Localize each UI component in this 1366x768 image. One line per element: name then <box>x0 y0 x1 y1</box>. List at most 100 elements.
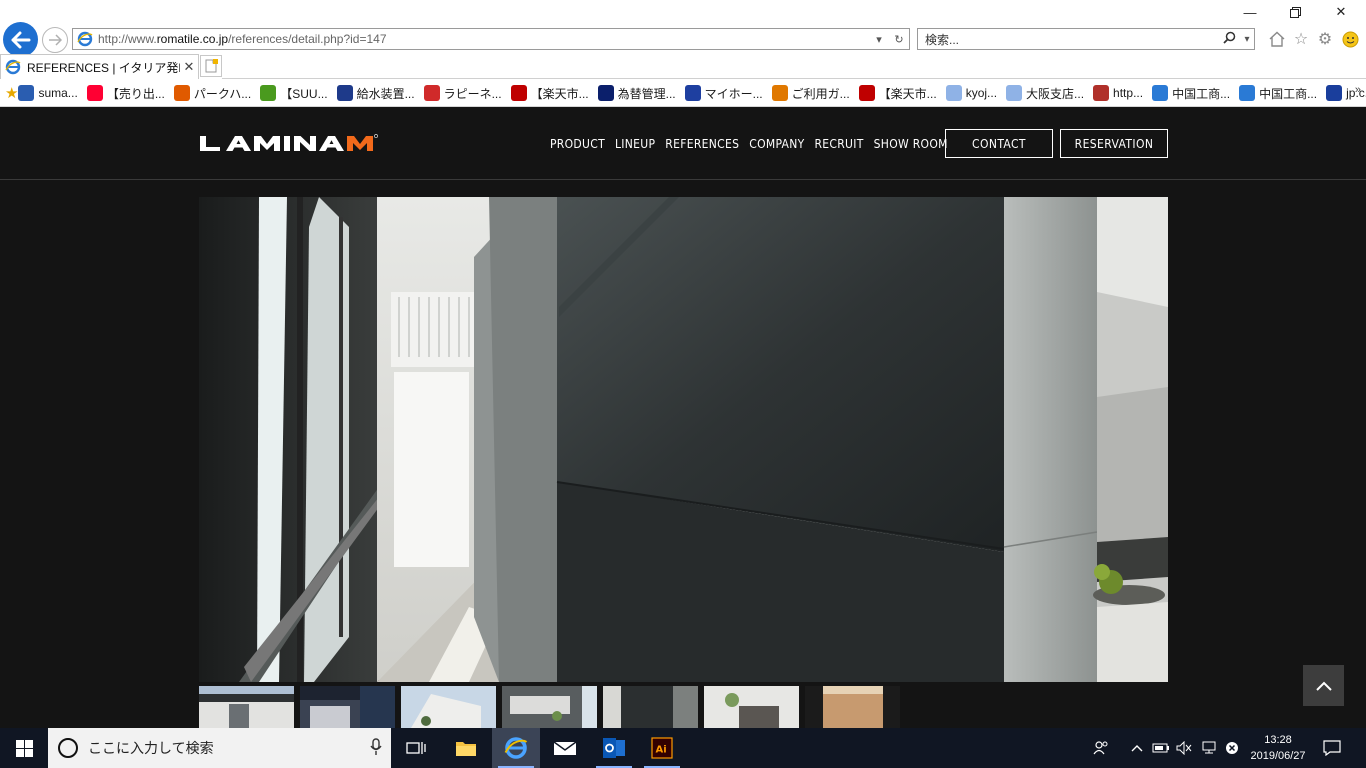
restore-icon[interactable] <box>1285 4 1305 20</box>
taskbar: ここに入力して検索 Ai 13:28 2019/06/27 <box>0 728 1366 768</box>
nav-references[interactable]: REFERENCES <box>665 129 739 159</box>
favorite-item[interactable]: 給水装置... <box>336 85 415 102</box>
thumbnail[interactable] <box>502 686 597 728</box>
notification-dismiss-icon[interactable] <box>1222 738 1242 758</box>
url-text: http://www.romatile.co.jp/references/det… <box>98 32 387 46</box>
nav-recruit[interactable]: RECRUIT <box>815 129 864 159</box>
reservation-button[interactable]: RESERVATION <box>1060 129 1168 158</box>
search-dropdown-icon[interactable]: ▾ <box>1240 34 1254 45</box>
favorite-item[interactable]: パークハ... <box>173 85 251 102</box>
close-window-icon[interactable]: ✕ <box>1331 4 1351 20</box>
nav-product[interactable]: PRODUCT <box>550 129 605 159</box>
circle-icon <box>336 85 353 101</box>
tab-active[interactable]: REFERENCES | イタリア発LA... ✕ <box>0 54 199 79</box>
search-icon[interactable] <box>1218 31 1240 47</box>
forward-button[interactable] <box>42 27 68 53</box>
file-explorer-icon[interactable] <box>442 728 490 768</box>
rakuten-icon <box>858 85 875 101</box>
ie-icon <box>5 59 21 75</box>
new-tab-icon <box>205 59 218 73</box>
house-icon <box>173 85 190 101</box>
scroll-to-top-button[interactable] <box>1303 665 1344 706</box>
laminam-logo[interactable] <box>198 132 414 154</box>
favorite-item[interactable]: suma... <box>18 85 78 101</box>
favorite-item[interactable]: 【楽天市... <box>858 85 937 102</box>
ie-icon <box>77 31 93 47</box>
favorite-item[interactable]: 【SUU... <box>260 85 328 102</box>
clock-date: 2019/06/27 <box>1250 750 1306 762</box>
favorite-item[interactable]: 【売り出... <box>86 85 165 102</box>
thumbnail[interactable] <box>300 686 395 728</box>
favorite-item[interactable]: kyoj... <box>945 85 997 101</box>
new-tab-button[interactable] <box>200 55 222 77</box>
favorites-star-icon[interactable]: ☆ <box>1291 29 1311 49</box>
favorite-label: 【楽天市... <box>878 86 937 101</box>
favorite-label: ラピーネ... <box>443 86 502 101</box>
favorite-item[interactable]: ご利用ガ... <box>771 85 850 102</box>
favorite-item[interactable]: マイホー... <box>684 85 763 102</box>
favorite-item[interactable]: 為替管理... <box>597 85 676 102</box>
ie-icon <box>1152 85 1169 101</box>
dropdown-icon[interactable]: ▾ <box>869 33 889 46</box>
task-view-icon[interactable] <box>392 728 440 768</box>
network-icon[interactable] <box>1199 738 1219 758</box>
mail-icon[interactable] <box>541 728 589 768</box>
chevron-up-tray-icon[interactable] <box>1127 738 1147 758</box>
address-bar[interactable]: http://www.romatile.co.jp/references/det… <box>72 28 910 50</box>
site-header: PRODUCT LINEUP REFERENCES COMPANY RECRUI… <box>0 107 1366 180</box>
thumbnail[interactable] <box>805 686 900 728</box>
home-icon[interactable] <box>1267 29 1287 49</box>
system-clock[interactable]: 13:28 2019/06/27 <box>1244 732 1312 764</box>
back-button[interactable] <box>3 22 38 57</box>
page-icon <box>1006 85 1023 101</box>
nav-lineup[interactable]: LINEUP <box>615 129 655 159</box>
browser-search-input[interactable]: 検索... ▾ <box>917 28 1255 50</box>
minimize-icon[interactable]: — <box>1240 4 1260 20</box>
arrow-left-icon <box>11 31 30 48</box>
favorite-item[interactable]: 【楽天市... <box>510 85 589 102</box>
favorite-item[interactable]: 中国工商... <box>1239 85 1317 102</box>
favorite-item[interactable]: ラピーネ... <box>423 85 502 102</box>
gear-icon[interactable]: ⚙ <box>1315 29 1335 49</box>
smiley-icon[interactable] <box>1340 29 1360 49</box>
favorite-label: 中国工商... <box>1259 86 1318 101</box>
nav-company[interactable]: COMPANY <box>749 129 804 159</box>
clock-time: 13:28 <box>1264 734 1292 746</box>
tab-divider <box>222 78 1366 79</box>
chevron-up-icon <box>1315 681 1332 691</box>
action-center-icon[interactable] <box>1322 738 1342 758</box>
start-button[interactable] <box>0 728 48 768</box>
thumbnail[interactable] <box>199 686 294 728</box>
thumbnail-selected[interactable] <box>603 686 698 728</box>
yahoo-icon <box>86 85 103 101</box>
favorite-label: suma... <box>38 86 78 100</box>
nav-show-room[interactable]: SHOW ROOM <box>874 129 948 159</box>
volume-muted-icon[interactable] <box>1174 738 1194 758</box>
ie-icon <box>1239 85 1256 101</box>
internet-explorer-task-icon[interactable] <box>492 728 540 768</box>
thumbnail[interactable] <box>704 686 799 728</box>
thumbnail-strip <box>199 686 1168 728</box>
favorites-star-icon[interactable]: ★ <box>5 84 18 102</box>
favorite-label: 【SUU... <box>280 86 328 101</box>
thumbnail[interactable] <box>401 686 496 728</box>
jbank-icon <box>597 85 614 101</box>
more-favorites-icon[interactable]: » <box>1355 84 1361 96</box>
windows-logo-icon <box>15 739 33 757</box>
refresh-icon[interactable]: ↻ <box>889 33 909 46</box>
contact-button[interactable]: CONTACT <box>945 129 1053 158</box>
taskbar-search-input[interactable]: ここに入力して検索 <box>48 728 391 768</box>
microphone-icon[interactable] <box>361 737 391 759</box>
favorite-label: ご利用ガ... <box>791 86 850 101</box>
favorite-label: マイホー... <box>704 86 763 101</box>
favorite-item[interactable]: http... <box>1093 85 1143 101</box>
browser-chrome: — ✕ http://www.romatile.co.jp/references… <box>0 0 1366 107</box>
outlook-icon[interactable] <box>590 728 638 768</box>
illustrator-icon[interactable]: Ai <box>638 728 686 768</box>
favorite-item[interactable]: 中国工商... <box>1152 85 1230 102</box>
close-tab-icon[interactable]: ✕ <box>180 59 198 75</box>
battery-icon[interactable] <box>1151 738 1171 758</box>
favorite-item[interactable]: 大阪支店... <box>1006 85 1084 102</box>
people-icon[interactable] <box>1091 738 1111 758</box>
suumo-icon <box>260 85 277 101</box>
